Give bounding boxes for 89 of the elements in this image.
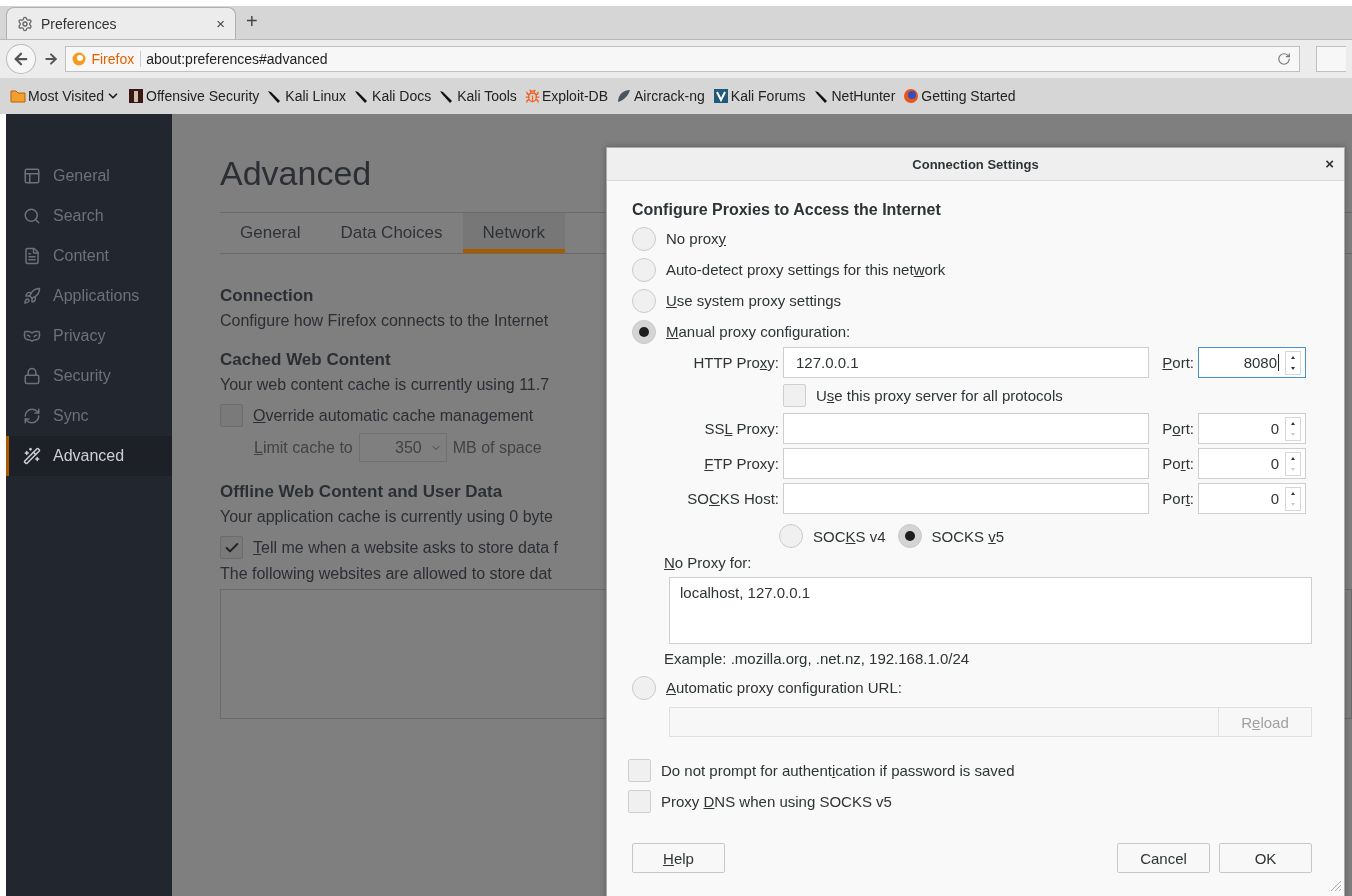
- dialog-heading: Configure Proxies to Access the Internet: [632, 201, 942, 219]
- radio-label: Use system proxy settings: [666, 292, 842, 309]
- radio-label: Manual proxy configuration:: [666, 323, 851, 340]
- tab-title: Preferences: [41, 15, 118, 32]
- rocket-icon: [23, 287, 41, 305]
- section-text: Your web content cache is currently using 11.7: [220, 376, 550, 394]
- lock-icon: [23, 367, 41, 385]
- field-label: HTTP Proxy:: [692, 354, 779, 371]
- radio-label: No proxy: [666, 230, 727, 247]
- reload-icon[interactable]: [1277, 52, 1292, 66]
- field-label: Port:: [1161, 420, 1194, 437]
- folder-icon: [10, 88, 26, 104]
- close-button[interactable]: ×: [1325, 155, 1334, 172]
- section-text: Configure how Firefox connects to the Internet: [220, 312, 549, 330]
- hint-text: Example: .mozilla.org, .net.nz, 192.168.1.0/24: [664, 650, 971, 669]
- field-label: Limit cache to: [254, 438, 353, 457]
- section-heading: Offline Web Content and User Data: [220, 482, 503, 502]
- bookmark[interactable]: Most Visited: [10, 88, 120, 104]
- panel-icon: [23, 167, 41, 185]
- port-field[interactable]: 8080: [1198, 347, 1306, 378]
- bug-icon: [524, 88, 540, 104]
- checkbox-label: Use this proxy server for all protocols: [816, 387, 1063, 404]
- radio-button[interactable]: [632, 319, 656, 344]
- radio-label: Auto-detect proxy settings for this network: [666, 261, 946, 278]
- bookmark[interactable]: Exploit-DB: [524, 88, 608, 104]
- field-label: SOCKS Host:: [686, 490, 779, 507]
- bookmark[interactable]: Kali Tools: [439, 88, 517, 104]
- search-icon: [23, 207, 41, 225]
- section-text: The following websites are allowed to store dat: [220, 565, 552, 583]
- checkbox-label: Override automatic cache management: [253, 406, 534, 425]
- search-field[interactable]: [1316, 46, 1346, 72]
- bookmark[interactable]: Offensive Security: [128, 88, 260, 104]
- bookmark[interactable]: Aircrack-ng: [616, 88, 705, 104]
- port-field[interactable]: 0: [1198, 483, 1306, 514]
- checkbox-label: Proxy DNS when using SOCKS v5: [661, 793, 892, 810]
- no-proxy-field[interactable]: localhost, 127.0.0.1: [669, 577, 1312, 644]
- bookmark[interactable]: Kali Docs: [354, 88, 432, 104]
- logo-icon: [128, 88, 144, 104]
- proxy-field[interactable]: 127.0.0.1: [783, 347, 1149, 378]
- close-tab-button[interactable]: ×: [216, 15, 225, 32]
- document-icon: [23, 247, 41, 265]
- gear-icon: [17, 15, 33, 32]
- checkbox-label: Do not prompt for authentication if password is saved: [661, 762, 1015, 779]
- field-label: Port:: [1161, 354, 1194, 371]
- address-field[interactable]: Firefox about:preferences#advanced: [65, 46, 1301, 72]
- bookmark[interactable]: Getting Started: [903, 88, 1016, 104]
- dialog-title: Connection Settings: [912, 156, 1039, 172]
- port-field[interactable]: 0: [1198, 413, 1306, 444]
- radio-button[interactable]: [632, 288, 656, 313]
- field-label: Port:: [1161, 490, 1194, 507]
- browser-tab[interactable]: Preferences ×: [6, 7, 236, 39]
- radio-label: Automatic proxy configuration URL:: [666, 679, 902, 696]
- radio-label: SOCKS v4: [813, 527, 886, 545]
- dialog-button[interactable]: OK: [1219, 843, 1312, 873]
- sidebar-item[interactable]: Advanced: [6, 436, 172, 476]
- sync-icon: [23, 407, 41, 425]
- port-field[interactable]: 0: [1198, 448, 1306, 479]
- unit-label: MB of space: [452, 438, 542, 457]
- radio-button[interactable]: [632, 257, 656, 282]
- page-title: Advanced: [220, 154, 372, 194]
- checkbox[interactable]: [220, 536, 243, 559]
- dialog-button[interactable]: Cancel: [1117, 843, 1210, 873]
- bookmark[interactable]: Kali Linux: [267, 88, 347, 104]
- proxy-field[interactable]: [783, 413, 1149, 444]
- radio-button[interactable]: [897, 524, 922, 548]
- wand-icon: [23, 447, 41, 465]
- bookmark[interactable]: Kali Forums: [712, 88, 806, 104]
- new-tab-button[interactable]: +: [246, 10, 258, 33]
- field-label: Port:: [1161, 455, 1194, 472]
- resize-grip-icon[interactable]: [1328, 878, 1342, 892]
- radio-label: SOCKS v5: [931, 527, 1005, 545]
- section-heading: Cached Web Content: [220, 350, 391, 370]
- section-text: Your application cache is currently using 0 byte: [220, 508, 553, 526]
- section-heading: Connection: [220, 286, 314, 306]
- back-button[interactable]: [6, 44, 36, 74]
- dragon-icon: [813, 88, 830, 104]
- field-label: SSL Proxy:: [703, 420, 779, 437]
- proxy-field[interactable]: [783, 448, 1149, 479]
- bookmark[interactable]: NetHunter: [813, 88, 896, 104]
- field-label: FTP Proxy:: [703, 455, 779, 472]
- checkbox-label: Tell me when a website asks to store data f: [253, 538, 559, 557]
- radio-button[interactable]: [779, 524, 803, 548]
- radio-button[interactable]: [632, 226, 656, 251]
- help-button[interactable]: Help: [632, 843, 725, 873]
- forum-icon: [712, 88, 729, 104]
- wing-icon: [616, 88, 632, 104]
- radio-button[interactable]: [632, 675, 656, 700]
- proxy-field[interactable]: [783, 483, 1149, 514]
- field-label: No Proxy for:: [664, 554, 752, 571]
